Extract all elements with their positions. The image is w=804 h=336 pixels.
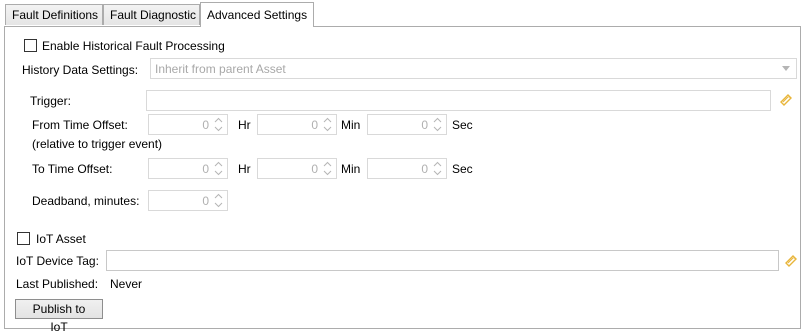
from-hr-value: 0 xyxy=(202,118,209,132)
publish-to-iot-button[interactable]: Publish to IoT xyxy=(15,299,103,334)
deadband-spinner[interactable]: 0 xyxy=(148,190,228,211)
to-hr-label: Hr xyxy=(238,162,251,176)
to-sec-value: 0 xyxy=(421,162,428,176)
to-min-value: 0 xyxy=(311,162,318,176)
tab-fault-diagnostic[interactable]: Fault Diagnostic xyxy=(103,4,200,25)
trigger-input[interactable] xyxy=(146,90,771,111)
from-sec-label: Sec xyxy=(452,118,473,132)
chevron-down-icon xyxy=(782,66,790,71)
spin-arrows-icon[interactable] xyxy=(214,117,223,132)
to-hr-spinner[interactable]: 0 xyxy=(148,158,228,179)
spin-arrows-icon[interactable] xyxy=(214,193,223,208)
deadband-label: Deadband, minutes: xyxy=(32,194,140,208)
to-hr-value: 0 xyxy=(202,162,209,176)
tag-pencil-icon[interactable] xyxy=(784,254,798,268)
from-min-value: 0 xyxy=(311,118,318,132)
spin-arrows-icon[interactable] xyxy=(433,161,442,176)
from-time-offset-note: (relative to trigger event) xyxy=(32,137,163,151)
from-min-spinner[interactable]: 0 xyxy=(257,114,337,135)
deadband-value: 0 xyxy=(202,194,209,208)
enable-historical-label: Enable Historical Fault Processing xyxy=(42,39,225,53)
to-min-spinner[interactable]: 0 xyxy=(257,158,337,179)
from-time-offset-label: From Time Offset: xyxy=(32,118,128,132)
trigger-label: Trigger: xyxy=(30,94,71,108)
last-published-value: Never xyxy=(110,277,143,291)
from-hr-spinner[interactable]: 0 xyxy=(148,114,228,135)
enable-historical-checkbox[interactable] xyxy=(24,39,37,52)
iot-asset-label: IoT Asset xyxy=(36,232,86,246)
iot-device-tag-label: IoT Device Tag: xyxy=(16,254,99,268)
to-sec-label: Sec xyxy=(452,162,473,176)
from-min-label: Min xyxy=(341,118,361,132)
from-sec-spinner[interactable]: 0 xyxy=(367,114,447,135)
spin-arrows-icon[interactable] xyxy=(323,117,332,132)
tab-advanced-settings[interactable]: Advanced Settings xyxy=(200,2,314,27)
from-hr-label: Hr xyxy=(238,118,251,132)
to-sec-spinner[interactable]: 0 xyxy=(367,158,447,179)
spin-arrows-icon[interactable] xyxy=(323,161,332,176)
history-data-settings-label: History Data Settings: xyxy=(22,63,139,77)
history-data-settings-select[interactable]: Inherit from parent Asset xyxy=(150,58,797,79)
iot-device-tag-input[interactable] xyxy=(106,250,779,271)
to-time-offset-label: To Time Offset: xyxy=(32,162,113,176)
spin-arrows-icon[interactable] xyxy=(433,117,442,132)
spin-arrows-icon[interactable] xyxy=(214,161,223,176)
to-min-label: Min xyxy=(341,162,361,176)
history-data-settings-value: Inherit from parent Asset xyxy=(155,62,286,76)
tab-fault-definitions[interactable]: Fault Definitions xyxy=(5,4,103,25)
last-published-label: Last Published: xyxy=(16,277,99,291)
tag-pencil-icon[interactable] xyxy=(779,93,793,107)
from-sec-value: 0 xyxy=(421,118,428,132)
iot-asset-checkbox[interactable] xyxy=(17,232,30,245)
